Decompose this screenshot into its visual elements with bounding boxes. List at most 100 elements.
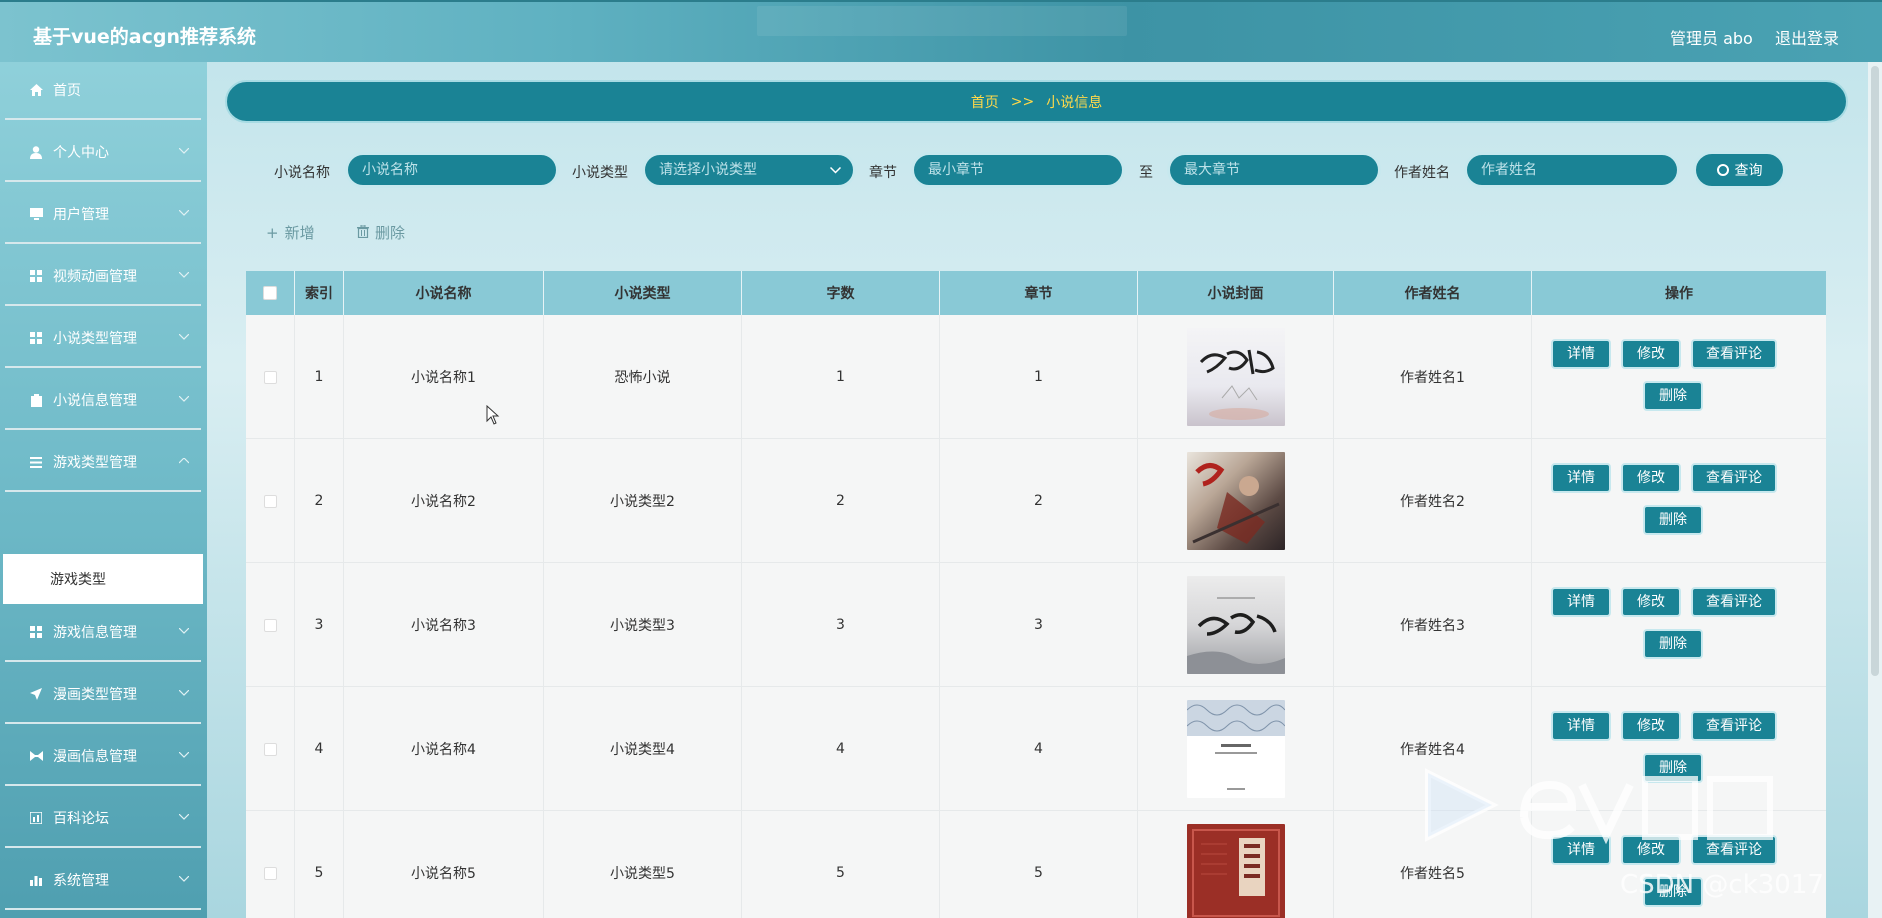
chevron-down-icon — [178, 394, 190, 404]
cell-author: 作者姓名2 — [1334, 439, 1532, 563]
detail-button[interactable]: 详情 — [1551, 463, 1611, 493]
list-icon — [29, 455, 43, 469]
novel-type-select[interactable]: 请选择小说类型 — [642, 152, 856, 188]
edit-button[interactable]: 修改 — [1621, 711, 1681, 741]
grid-icon — [29, 331, 43, 345]
row-checkbox[interactable] — [263, 370, 277, 384]
sidebar: 首页 个人中心 用户管理 视频动画管理 小说类型管理 小说信息管理 游戏类型管理… — [0, 62, 207, 918]
header-cover: 小说封面 — [1138, 271, 1334, 315]
admin-label: 管理员 abo — [1670, 29, 1753, 48]
sidebar-item-video[interactable]: 视频动画管理 — [5, 248, 201, 306]
logout-link[interactable]: 退出登录 — [1775, 25, 1839, 49]
author-input[interactable]: 作者姓名 — [1464, 152, 1680, 188]
clipboard-icon — [29, 393, 43, 407]
table-row: 1 小说名称1 恐怖小说 1 1 作者姓名1 详情 修改 查看评论 删除 — [246, 315, 1826, 439]
add-button-label: 新增 — [284, 224, 315, 242]
monitor-icon — [29, 207, 43, 221]
cell-name: 小说名称5 — [344, 811, 544, 918]
novel-type-label: 小说类型 — [572, 165, 628, 181]
cell-name: 小说名称3 — [344, 563, 544, 687]
window-title-overlay — [757, 6, 1127, 36]
cell-words: 2 — [742, 439, 940, 563]
cell-author: 作者姓名3 — [1334, 563, 1532, 687]
detail-button[interactable]: 详情 — [1551, 339, 1611, 369]
cell-index: 1 — [295, 315, 344, 439]
delete-button[interactable]: 删除 — [1643, 505, 1703, 535]
delete-button[interactable]: 删除 — [1643, 381, 1703, 411]
sidebar-item-label: 视频动画管理 — [53, 269, 137, 285]
top-bar: 基于vue的acgn推荐系统 管理员 abo 退出登录 — [0, 0, 1882, 62]
batch-delete-label: 删除 — [375, 224, 406, 242]
app-title: 基于vue的acgn推荐系统 — [33, 26, 257, 48]
sidebar-item-home[interactable]: 首页 — [5, 62, 201, 120]
edit-button[interactable]: 修改 — [1621, 463, 1681, 493]
row-select-cell — [246, 439, 295, 563]
row-checkbox[interactable] — [263, 742, 277, 756]
delete-button[interactable]: 删除 — [1643, 629, 1703, 659]
chevron-up-icon — [178, 456, 190, 466]
cover-image[interactable] — [1186, 576, 1285, 674]
novel-name-input[interactable]: 小说名称 — [345, 152, 559, 188]
sidebar-item-users[interactable]: 用户管理 — [5, 186, 201, 244]
chevron-down-icon — [178, 332, 190, 342]
bowtie-icon — [29, 749, 43, 763]
scrollbar-thumb[interactable] — [1871, 66, 1879, 676]
header-index: 索引 — [295, 271, 344, 315]
ev-watermark-logo — [1420, 765, 1780, 845]
chart-icon — [29, 811, 43, 825]
detail-button[interactable]: 详情 — [1551, 587, 1611, 617]
view-comments-button[interactable]: 查看评论 — [1691, 463, 1777, 493]
query-button[interactable]: 查询 — [1693, 151, 1786, 189]
chevron-down-icon — [178, 874, 190, 884]
sidebar-item-comic-type[interactable]: 漫画类型管理 — [5, 666, 201, 724]
cell-type: 小说类型3 — [544, 563, 742, 687]
row-checkbox[interactable] — [263, 494, 277, 508]
sidebar-item-forum[interactable]: 百科论坛 — [5, 790, 201, 848]
edit-button[interactable]: 修改 — [1621, 587, 1681, 617]
cell-type: 小说类型2 — [544, 439, 742, 563]
chevron-down-icon — [178, 270, 190, 280]
sidebar-item-system[interactable]: 系统管理 — [5, 852, 201, 910]
breadcrumb-separator: >> — [1010, 93, 1035, 110]
sidebar-item-profile[interactable]: 个人中心 — [5, 124, 201, 182]
sidebar-item-game-type[interactable]: 游戏类型管理 — [5, 434, 201, 492]
cover-image[interactable] — [1186, 452, 1285, 550]
chapter-min-input[interactable]: 最小章节 — [911, 152, 1125, 188]
sidebar-item-novel-type[interactable]: 小说类型管理 — [5, 310, 201, 368]
breadcrumb-home[interactable]: 首页 — [971, 92, 999, 112]
row-checkbox[interactable] — [263, 618, 277, 632]
sidebar-item-game-info[interactable]: 游戏信息管理 — [5, 604, 201, 662]
sidebar-item-novel-info[interactable]: 小说信息管理 — [5, 372, 201, 430]
view-comments-button[interactable]: 查看评论 — [1691, 339, 1777, 369]
cell-type: 小说类型4 — [544, 687, 742, 811]
sidebar-subitem-game-type[interactable]: 游戏类型 — [3, 554, 203, 604]
cell-index: 3 — [295, 563, 344, 687]
cell-actions: 详情 修改 查看评论 删除 — [1532, 315, 1826, 439]
sidebar-item-label: 小说类型管理 — [53, 331, 137, 347]
edit-button[interactable]: 修改 — [1621, 339, 1681, 369]
add-button[interactable]: + 新增 — [266, 222, 315, 243]
chapter-label: 章节 — [869, 165, 897, 181]
chevron-down-icon — [829, 155, 842, 185]
detail-button[interactable]: 详情 — [1551, 711, 1611, 741]
row-checkbox[interactable] — [263, 866, 277, 880]
chapter-max-input[interactable]: 最大章节 — [1167, 152, 1381, 188]
header-words: 字数 — [742, 271, 940, 315]
header-chapter: 章节 — [940, 271, 1138, 315]
vertical-scrollbar[interactable] — [1868, 62, 1882, 918]
cell-chapter: 2 — [940, 439, 1138, 563]
chevron-down-icon — [178, 688, 190, 698]
cell-cover — [1138, 563, 1334, 687]
cell-actions: 详情 修改 查看评论 删除 — [1532, 563, 1826, 687]
select-all-checkbox[interactable] — [263, 286, 277, 300]
sidebar-item-comic-info[interactable]: 漫画信息管理 — [5, 728, 201, 786]
batch-delete-button[interactable]: 删除 — [357, 222, 405, 243]
cell-cover — [1138, 811, 1334, 918]
cover-image[interactable] — [1186, 824, 1285, 918]
cover-image[interactable] — [1186, 328, 1285, 426]
view-comments-button[interactable]: 查看评论 — [1691, 711, 1777, 741]
cover-image[interactable] — [1186, 700, 1285, 798]
table-header: 索引 小说名称 小说类型 字数 章节 小说封面 作者姓名 操作 — [246, 271, 1826, 315]
sidebar-item-label: 用户管理 — [53, 207, 109, 223]
view-comments-button[interactable]: 查看评论 — [1691, 587, 1777, 617]
